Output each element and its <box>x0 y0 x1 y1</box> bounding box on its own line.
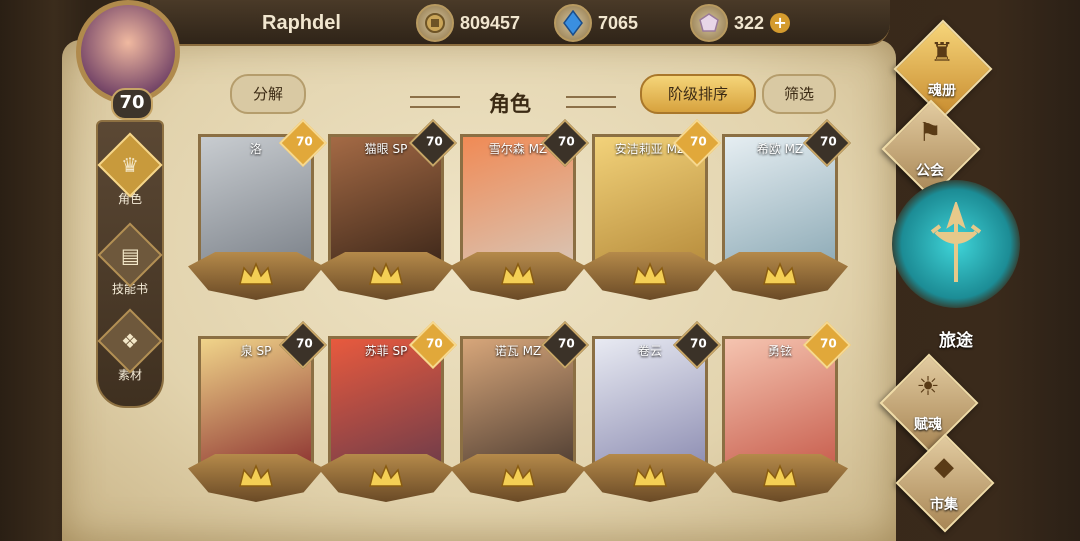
character-card[interactable]: 雪尔森 MZ 70 <box>450 118 590 302</box>
crown-icon <box>501 464 535 487</box>
gem-icon <box>690 4 728 42</box>
soulbook-icon: ♜ <box>930 38 954 68</box>
trident-icon <box>930 202 982 282</box>
crown-icon <box>633 262 667 285</box>
gold-resource[interactable]: 809457 <box>416 4 521 42</box>
market-icon: ◆ <box>934 452 954 482</box>
character-icon: ♛ <box>97 132 163 198</box>
level-value: 70 <box>690 134 707 149</box>
character-card[interactable]: 洛 70 <box>188 118 328 302</box>
add-gem-button[interactable]: + <box>770 13 791 33</box>
decompose-button[interactable]: 分解 <box>230 74 306 114</box>
crown-icon <box>239 464 273 487</box>
character-card[interactable]: 卷云 70 <box>582 320 722 504</box>
crown-icon <box>763 262 797 285</box>
right-item-market[interactable]: ◆ 市集 <box>895 433 995 533</box>
journey-button[interactable]: 旅途 <box>892 180 1020 352</box>
level-value: 70 <box>558 336 575 351</box>
level-value: 70 <box>820 134 837 149</box>
title-ornament-left <box>410 96 460 108</box>
character-card[interactable]: 勇铉 70 <box>712 320 852 504</box>
side-menu: ♛ 角色 ▤ 技能书 ❖ 素材 <box>96 120 164 408</box>
character-card[interactable]: 猫眼 SP 70 <box>318 118 458 302</box>
ensoul-icon: ☀ <box>916 372 940 402</box>
filter-button[interactable]: 筛选 <box>762 74 836 114</box>
right-item-label: 魂册 <box>928 83 956 99</box>
character-card[interactable]: 安洁莉亚 MZ 70 <box>582 118 722 302</box>
character-card[interactable]: 泉 SP 70 <box>188 320 328 504</box>
right-item-label: 赋魂 <box>914 417 942 433</box>
level-value: 70 <box>690 336 707 351</box>
side-item-material[interactable]: ❖ 素材 <box>97 308 163 383</box>
level-value: 70 <box>820 336 837 351</box>
level-value: 70 <box>296 336 313 351</box>
right-item-label: 公会 <box>916 163 944 179</box>
side-item-character[interactable]: ♛ 角色 <box>97 132 163 207</box>
player-level-badge: 70 <box>111 88 153 120</box>
material-icon: ❖ <box>97 308 163 374</box>
crystal-icon <box>554 4 592 42</box>
crown-icon <box>369 464 403 487</box>
character-card[interactable]: 苏菲 SP 70 <box>318 320 458 504</box>
skillbook-icon: ▤ <box>97 222 163 288</box>
guild-icon: ⚑ <box>918 118 942 148</box>
crown-icon <box>501 262 535 285</box>
title-ornament-right <box>566 96 616 108</box>
sort-by-rank-button[interactable]: 阶级排序 <box>640 74 756 114</box>
crown-icon <box>633 464 667 487</box>
gold-amount: 809457 <box>460 12 521 33</box>
gem-amount: 322 <box>734 12 765 33</box>
level-value: 70 <box>558 134 575 149</box>
gem-resource[interactable]: 322 + <box>690 4 791 42</box>
crystal-amount: 7065 <box>598 12 639 33</box>
page-title: 角色 <box>489 92 531 116</box>
crown-icon <box>763 464 797 487</box>
gold-coin-icon <box>416 4 454 42</box>
journey-label: 旅途 <box>939 331 973 351</box>
character-card[interactable]: 希欧 MZ 70 <box>712 118 852 302</box>
player-avatar[interactable]: 70 <box>66 0 192 120</box>
right-item-label: 市集 <box>930 497 958 513</box>
crystal-resource[interactable]: 7065 <box>554 4 639 42</box>
level-value: 70 <box>296 134 313 149</box>
diamond-frame <box>895 433 995 533</box>
character-card[interactable]: 诺瓦 MZ 70 <box>450 320 590 504</box>
crown-icon <box>369 262 403 285</box>
side-item-skillbook[interactable]: ▤ 技能书 <box>97 222 163 297</box>
level-value: 70 <box>426 336 443 351</box>
crown-icon <box>239 262 273 285</box>
player-name: Raphdel <box>262 12 341 34</box>
level-value: 70 <box>426 134 443 149</box>
